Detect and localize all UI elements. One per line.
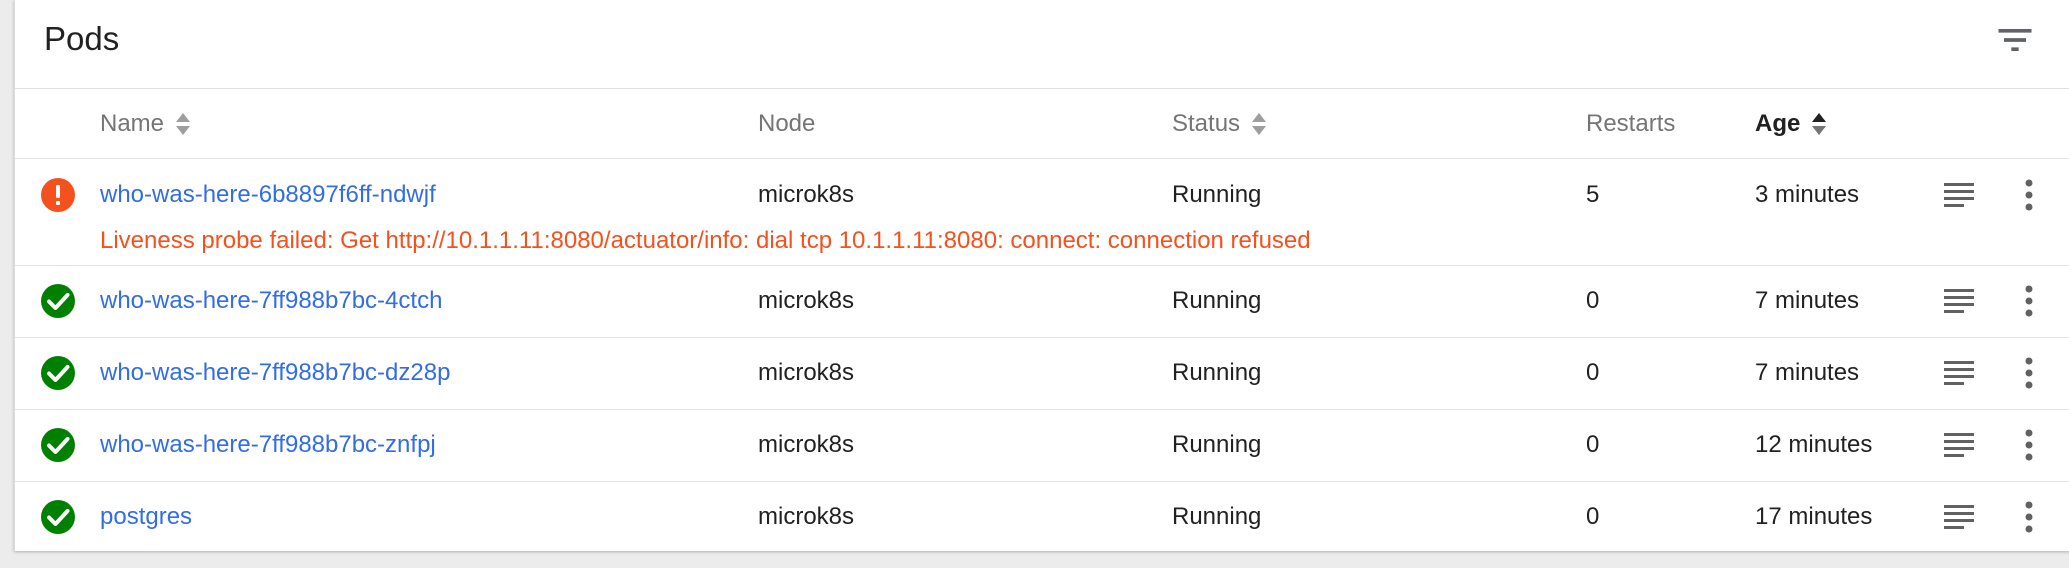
pod-name-link[interactable]: who-was-here-6b8897f6ff-ndwjf (100, 181, 436, 209)
pods-card: Pods Name Node Status Restarts Age who-w… (14, 0, 2069, 551)
check-circle-icon (41, 500, 75, 534)
column-header-name[interactable]: Name (100, 110, 192, 138)
table-row: who-was-here-7ff988b7bc-znfpj microk8s R… (15, 410, 2069, 482)
table-row: who-was-here-7ff988b7bc-dz28p microk8s R… (15, 338, 2069, 410)
more-vert-icon[interactable] (2011, 283, 2047, 319)
pod-name-link[interactable]: who-was-here-7ff988b7bc-dz28p (100, 359, 450, 387)
pod-status: Running (1172, 431, 1262, 458)
pod-restarts: 0 (1586, 359, 1600, 386)
pod-age: 7 minutes (1755, 287, 1860, 314)
pod-restarts: 0 (1586, 503, 1600, 530)
pod-name-link[interactable]: who-was-here-7ff988b7bc-4ctch (100, 287, 442, 315)
pod-restarts: 0 (1586, 431, 1600, 458)
pod-node: microk8s (758, 181, 855, 208)
column-header-node: Node (758, 110, 815, 138)
more-vert-icon[interactable] (2011, 427, 2047, 463)
pod-name-link[interactable]: postgres (100, 503, 192, 531)
logs-icon[interactable] (1941, 427, 1977, 463)
pod-status: Running (1172, 503, 1262, 530)
check-circle-icon (41, 356, 75, 390)
filter-icon[interactable] (1993, 18, 2037, 62)
column-header-status[interactable]: Status (1172, 110, 1268, 138)
pod-error-message: Liveness probe failed: Get http://10.1.1… (100, 227, 1311, 254)
column-header-restarts-label: Restarts (1586, 110, 1676, 137)
pod-status: Running (1172, 359, 1262, 386)
pod-status: Running (1172, 287, 1262, 314)
column-header-name-label: Name (100, 110, 165, 137)
pod-age: 12 minutes (1755, 431, 1873, 458)
pod-node: microk8s (758, 431, 855, 458)
pod-node: microk8s (758, 503, 855, 530)
pod-age: 17 minutes (1755, 503, 1873, 530)
more-vert-icon[interactable] (2011, 177, 2047, 213)
sort-icon (1252, 113, 1267, 135)
sort-icon (1812, 113, 1827, 135)
pod-name-link[interactable]: who-was-here-7ff988b7bc-znfpj (100, 431, 436, 459)
logs-icon[interactable] (1941, 355, 1977, 391)
column-header-node-label: Node (758, 110, 816, 137)
logs-icon[interactable] (1941, 177, 1977, 213)
sort-icon (176, 113, 191, 135)
logs-icon[interactable] (1941, 499, 1977, 535)
more-vert-icon[interactable] (2011, 355, 2047, 391)
check-circle-icon (41, 428, 75, 462)
table-row: postgres microk8s Running 0 17 minutes (15, 482, 2069, 551)
table-header: Name Node Status Restarts Age (15, 88, 2069, 159)
pod-restarts: 0 (1586, 287, 1600, 314)
pod-node: microk8s (758, 287, 855, 314)
column-header-status-label: Status (1172, 110, 1241, 137)
more-vert-icon[interactable] (2011, 499, 2047, 535)
pod-status: Running (1172, 181, 1262, 208)
card-header: Pods (15, 0, 2069, 89)
column-header-age[interactable]: Age (1755, 110, 1828, 138)
table-row: who-was-here-6b8897f6ff-ndwjf microk8s R… (15, 159, 2069, 266)
error-circle-icon (41, 178, 75, 212)
card-title: Pods (44, 20, 120, 57)
pod-restarts: 5 (1586, 181, 1600, 208)
pod-node: microk8s (758, 359, 855, 386)
logs-icon[interactable] (1941, 283, 1977, 319)
table-row: who-was-here-7ff988b7bc-4ctch microk8s R… (15, 266, 2069, 338)
check-circle-icon (41, 284, 75, 318)
pod-age: 7 minutes (1755, 359, 1860, 386)
pod-age: 3 minutes (1755, 181, 1860, 208)
column-header-restarts: Restarts (1586, 110, 1675, 138)
column-header-age-label: Age (1755, 110, 1801, 137)
